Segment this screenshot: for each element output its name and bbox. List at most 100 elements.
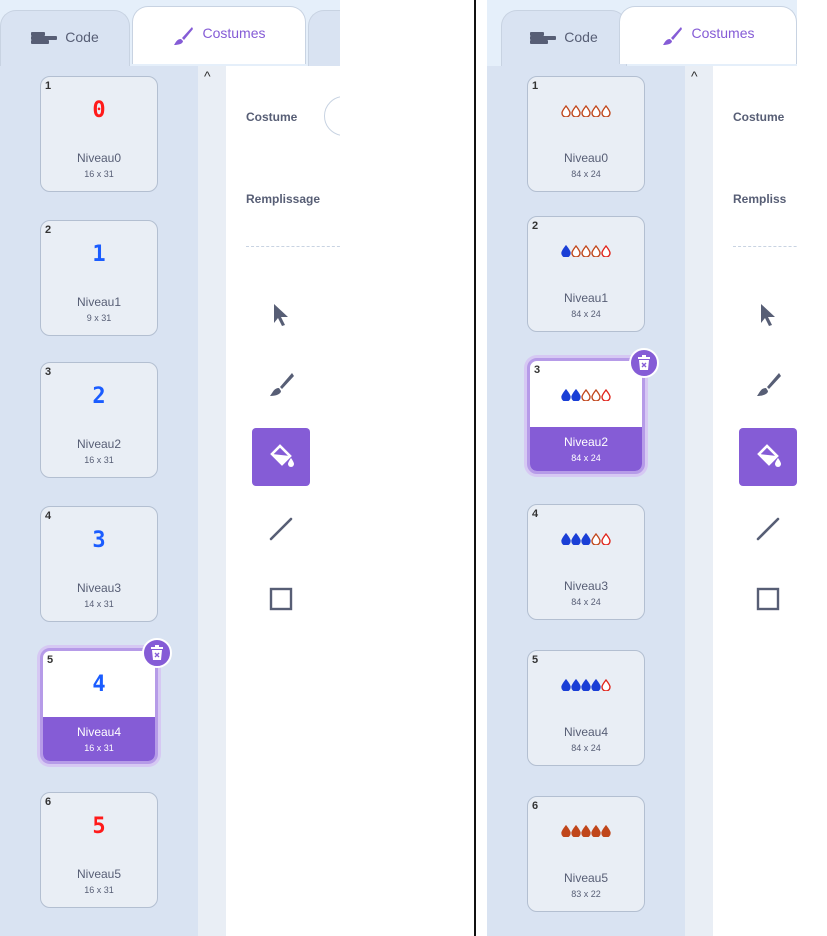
drop-icon bbox=[601, 382, 611, 407]
costume-item-3[interactable]: 3 Niveau2 84 x 24 bbox=[527, 358, 645, 474]
brush-tool[interactable] bbox=[252, 356, 310, 414]
trash-icon bbox=[638, 355, 650, 370]
costume-thumbnail: 5 bbox=[41, 807, 157, 845]
tab-code-label: Code bbox=[564, 29, 598, 45]
costume-size: 84 x 24 bbox=[571, 309, 601, 319]
costume-item-4[interactable]: 4 3 Niveau3 14 x 31 bbox=[40, 506, 158, 622]
costume-name: Niveau2 bbox=[563, 435, 609, 449]
drop-icon bbox=[591, 98, 601, 123]
chevron-up-icon[interactable]: ^ bbox=[691, 68, 698, 84]
chevron-up-icon[interactable]: ^ bbox=[204, 68, 211, 84]
costume-size: 9 x 31 bbox=[86, 313, 112, 323]
drop-icon bbox=[581, 98, 591, 123]
select-tool[interactable] bbox=[252, 286, 310, 344]
costume-item-3[interactable]: 3 2 Niveau2 16 x 31 bbox=[40, 362, 158, 478]
drop-icon bbox=[601, 238, 611, 263]
drop-icon bbox=[561, 98, 571, 123]
costume-name: Niveau0 bbox=[76, 151, 122, 165]
rectangle-icon bbox=[756, 587, 780, 611]
costume-glyph: 4 bbox=[92, 671, 106, 697]
costume-glyph: 2 bbox=[92, 383, 106, 409]
divider bbox=[246, 246, 340, 247]
line-tool[interactable] bbox=[739, 500, 797, 558]
line-icon bbox=[269, 517, 293, 541]
drop-icon bbox=[581, 672, 591, 697]
drop-icon bbox=[591, 526, 601, 551]
costume-thumbnail: 3 bbox=[41, 521, 157, 559]
drop-icon bbox=[561, 818, 571, 843]
costume-item-5[interactable]: 5 Niveau4 84 x 24 bbox=[527, 650, 645, 766]
costume-name-label: Costume bbox=[246, 110, 298, 124]
trash-icon bbox=[151, 645, 163, 660]
costume-item-6[interactable]: 6 5 Niveau5 16 x 31 bbox=[40, 792, 158, 908]
tab-code[interactable]: Code bbox=[0, 10, 130, 68]
tab-sounds[interactable] bbox=[308, 10, 340, 68]
divider bbox=[733, 246, 797, 247]
fill-label: Remplissage bbox=[246, 192, 321, 206]
select-icon bbox=[274, 304, 288, 326]
costume-name: Niveau1 bbox=[76, 295, 122, 309]
costume-list-scrollbar[interactable]: ^ bbox=[198, 66, 226, 936]
paintbrush-icon bbox=[174, 27, 194, 45]
costume-size: 84 x 24 bbox=[571, 169, 601, 179]
rectangle-tool[interactable] bbox=[739, 570, 797, 628]
drop-icon bbox=[601, 672, 611, 697]
drop-icon bbox=[561, 526, 571, 551]
costume-size: 83 x 22 bbox=[571, 889, 601, 899]
paintbrush-icon bbox=[663, 27, 683, 45]
costume-name-input[interactable] bbox=[324, 96, 340, 136]
costume-item-1[interactable]: 1 0 Niveau0 16 x 31 bbox=[40, 76, 158, 192]
drop-icon bbox=[601, 526, 611, 551]
panel-divider bbox=[474, 0, 476, 936]
costume-item-1[interactable]: 1 Niveau0 84 x 24 bbox=[527, 76, 645, 192]
select-tool[interactable] bbox=[739, 286, 797, 344]
costume-item-2[interactable]: 2 1 Niveau1 9 x 31 bbox=[40, 220, 158, 336]
fill-tool[interactable] bbox=[739, 428, 797, 486]
costume-name: Niveau5 bbox=[563, 871, 609, 885]
fill-tool[interactable] bbox=[252, 428, 310, 486]
brush-icon bbox=[757, 373, 781, 396]
brush-tool[interactable] bbox=[739, 356, 797, 414]
costume-size: 16 x 31 bbox=[84, 169, 114, 179]
drop-icon bbox=[571, 98, 581, 123]
drop-icon bbox=[571, 818, 581, 843]
code-blocks-icon bbox=[530, 32, 557, 44]
rectangle-tool[interactable] bbox=[252, 570, 310, 628]
delete-costume-button[interactable] bbox=[629, 348, 659, 378]
tab-bar: Code Costumes bbox=[0, 0, 340, 68]
tab-code[interactable]: Code bbox=[501, 10, 627, 68]
costume-name: Niveau1 bbox=[563, 291, 609, 305]
costume-thumbnail bbox=[528, 91, 644, 129]
line-tool[interactable] bbox=[252, 500, 310, 558]
costume-item-4[interactable]: 4 Niveau3 84 x 24 bbox=[527, 504, 645, 620]
brush-icon bbox=[270, 373, 294, 396]
drop-icon bbox=[561, 382, 571, 407]
costume-size: 84 x 24 bbox=[571, 453, 601, 463]
delete-costume-button[interactable] bbox=[142, 638, 172, 668]
drop-icon bbox=[571, 526, 581, 551]
costume-size: 14 x 31 bbox=[84, 599, 114, 609]
costume-list: 1 0 Niveau0 16 x 31 2 1 Niveau1 9 x 31 3 2 Niveau2… bbox=[0, 66, 198, 936]
tab-costumes[interactable]: Costumes bbox=[132, 6, 306, 64]
costume-size: 84 x 24 bbox=[571, 597, 601, 607]
tab-costumes-label: Costumes bbox=[202, 25, 266, 41]
costume-item-6[interactable]: 6 Niveau5 83 x 22 bbox=[527, 796, 645, 912]
rectangle-icon bbox=[269, 587, 293, 611]
costume-name: Niveau0 bbox=[563, 151, 609, 165]
costume-glyph: 3 bbox=[92, 527, 106, 553]
tab-costumes[interactable]: Costumes bbox=[619, 6, 797, 64]
costume-list: 1 Niveau0 84 x 24 2 Niveau1 84 x 24 3 Niveau2 84… bbox=[487, 66, 685, 936]
costume-list-scrollbar[interactable]: ^ bbox=[685, 66, 713, 936]
right-editor-panel: Code Costumes 1 Niveau0 84 x 24 2 Niveau1 84 … bbox=[487, 0, 797, 936]
costume-size: 16 x 31 bbox=[84, 743, 114, 753]
costume-thumbnail bbox=[528, 231, 644, 269]
fill-icon bbox=[270, 444, 294, 467]
costume-name: Niveau4 bbox=[76, 725, 122, 739]
costume-item-5[interactable]: 5 4 Niveau4 16 x 31 bbox=[40, 648, 158, 764]
drop-icon bbox=[571, 672, 581, 697]
costume-item-2[interactable]: 2 Niveau1 84 x 24 bbox=[527, 216, 645, 332]
drop-icon bbox=[581, 818, 591, 843]
paint-editor: Costume Rempliss bbox=[713, 66, 797, 936]
drop-icon bbox=[601, 98, 611, 123]
costume-thumbnail bbox=[528, 665, 644, 703]
